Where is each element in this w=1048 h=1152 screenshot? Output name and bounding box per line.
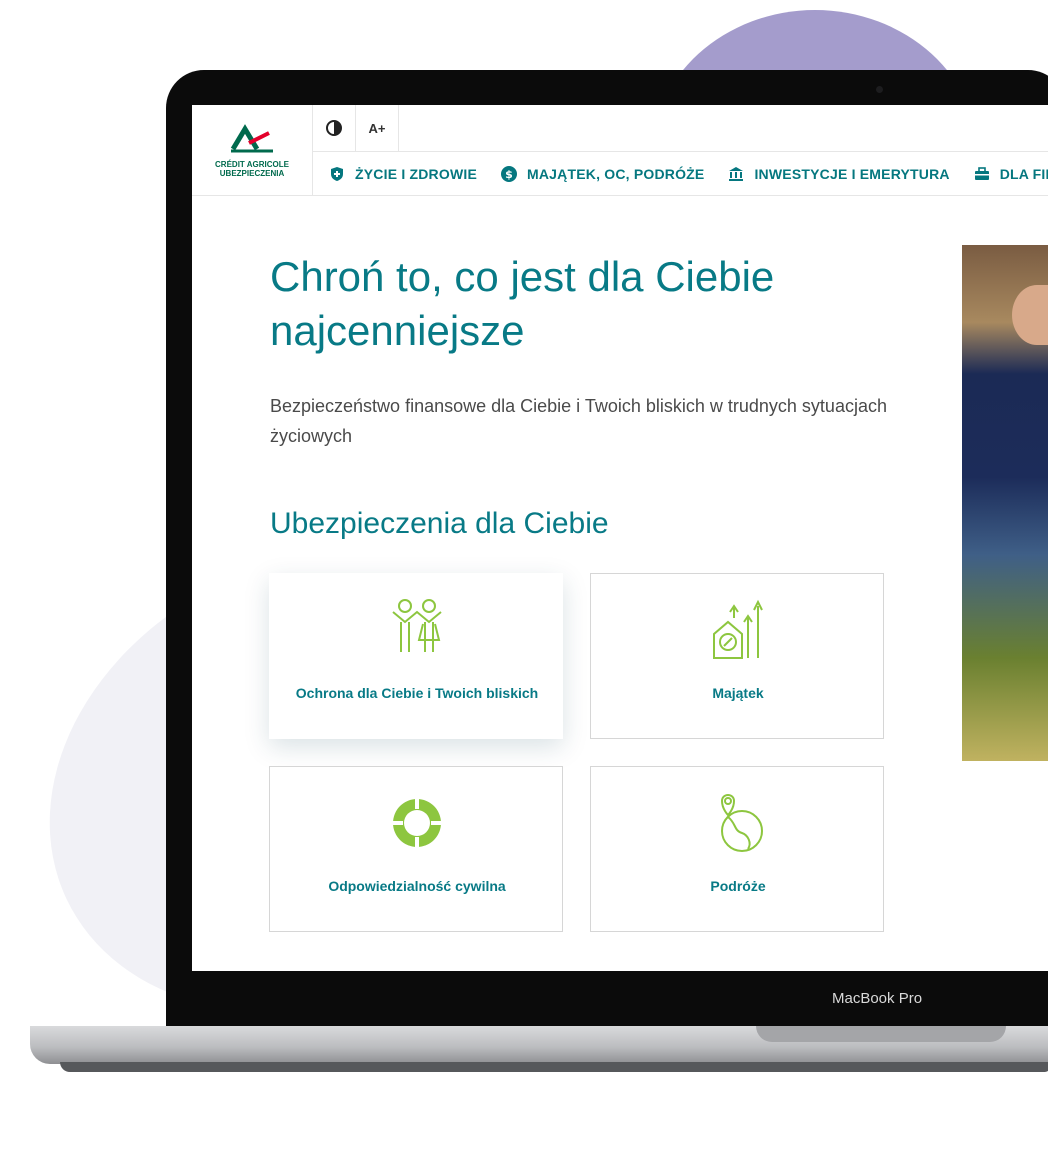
property-growth-icon [713,599,763,659]
site-header: CRÉDIT AGRICOLE UBEZPIECZENIA A+ ŻYCIE I… [192,105,1048,196]
card-label: Odpowiedzialność cywilna [328,878,506,894]
card-podroze[interactable]: Podróże [590,766,884,932]
logo-line2: UBEZPIECZENIA [219,169,285,178]
hero-photo [962,245,1048,761]
main-nav: ŻYCIE I ZDROWIE $ MAJĄTEK, OC, PODRÓŻE I… [313,152,1048,195]
contrast-button[interactable] [313,105,356,151]
utility-bar: A+ [313,105,1048,152]
hero-photo-face [1012,285,1048,345]
screen: CRÉDIT AGRICOLE UBEZPIECZENIA A+ ŻYCIE I… [192,105,1048,971]
nav-label: INWESTYCJE I EMERYTURA [754,165,950,182]
nav-item-zycie[interactable]: ŻYCIE I ZDROWIE [329,166,477,182]
family-icon [392,599,442,652]
nav-label: DLA FIR [999,165,1048,182]
card-label: Ochrona dla Ciebie i Twoich bliskich [295,685,539,701]
hero-title: Chroń to, co jest dla Ciebie najcenniejs… [270,253,775,354]
nav-label: ŻYCIE I ZDROWIE [355,165,477,182]
briefcase-icon [974,166,989,180]
nav-label: MAJĄTEK, OC, PODRÓŻE [527,165,705,182]
laptop-notch [756,1026,1006,1042]
font-size-label: A+ [368,120,386,136]
card-label: Majątek [712,685,764,701]
svg-text:$: $ [505,168,513,181]
credit-agricole-logo-icon [230,124,273,153]
section-title: Ubezpieczenia dla Ciebie [270,507,609,540]
hero-subtitle: Bezpieczeństwo finansowe dla Ciebie i Tw… [270,396,887,446]
logo-text: CRÉDIT AGRICOLE UBEZPIECZENIA [192,160,312,178]
card-oc[interactable]: Odpowiedzialność cywilna [269,766,563,932]
globe-pin-icon [720,794,763,852]
contrast-icon [326,120,342,136]
shield-plus-icon [331,166,343,181]
bank-icon [729,166,744,181]
card-ochrona[interactable]: Ochrona dla Ciebie i Twoich bliskich [269,573,563,739]
dollar-icon: $ [501,165,517,182]
logo[interactable]: CRÉDIT AGRICOLE UBEZPIECZENIA [192,105,313,195]
card-majatek[interactable]: Majątek [590,573,884,739]
card-label: Podróże [710,878,766,894]
nav-item-majatek[interactable]: $ MAJĄTEK, OC, PODRÓŻE [501,165,705,182]
nav-item-dla-firm[interactable]: DLA FIR [974,166,1048,182]
camera-dot [876,86,883,93]
lifebuoy-icon [391,797,443,849]
device-label: MacBook Pro [832,990,923,1007]
logo-line1: CRÉDIT AGRICOLE [215,160,289,169]
laptop-base-lip [60,1062,1048,1072]
nav-item-inwestycje[interactable]: INWESTYCJE I EMERYTURA [728,165,950,182]
font-size-button[interactable]: A+ [356,105,399,151]
